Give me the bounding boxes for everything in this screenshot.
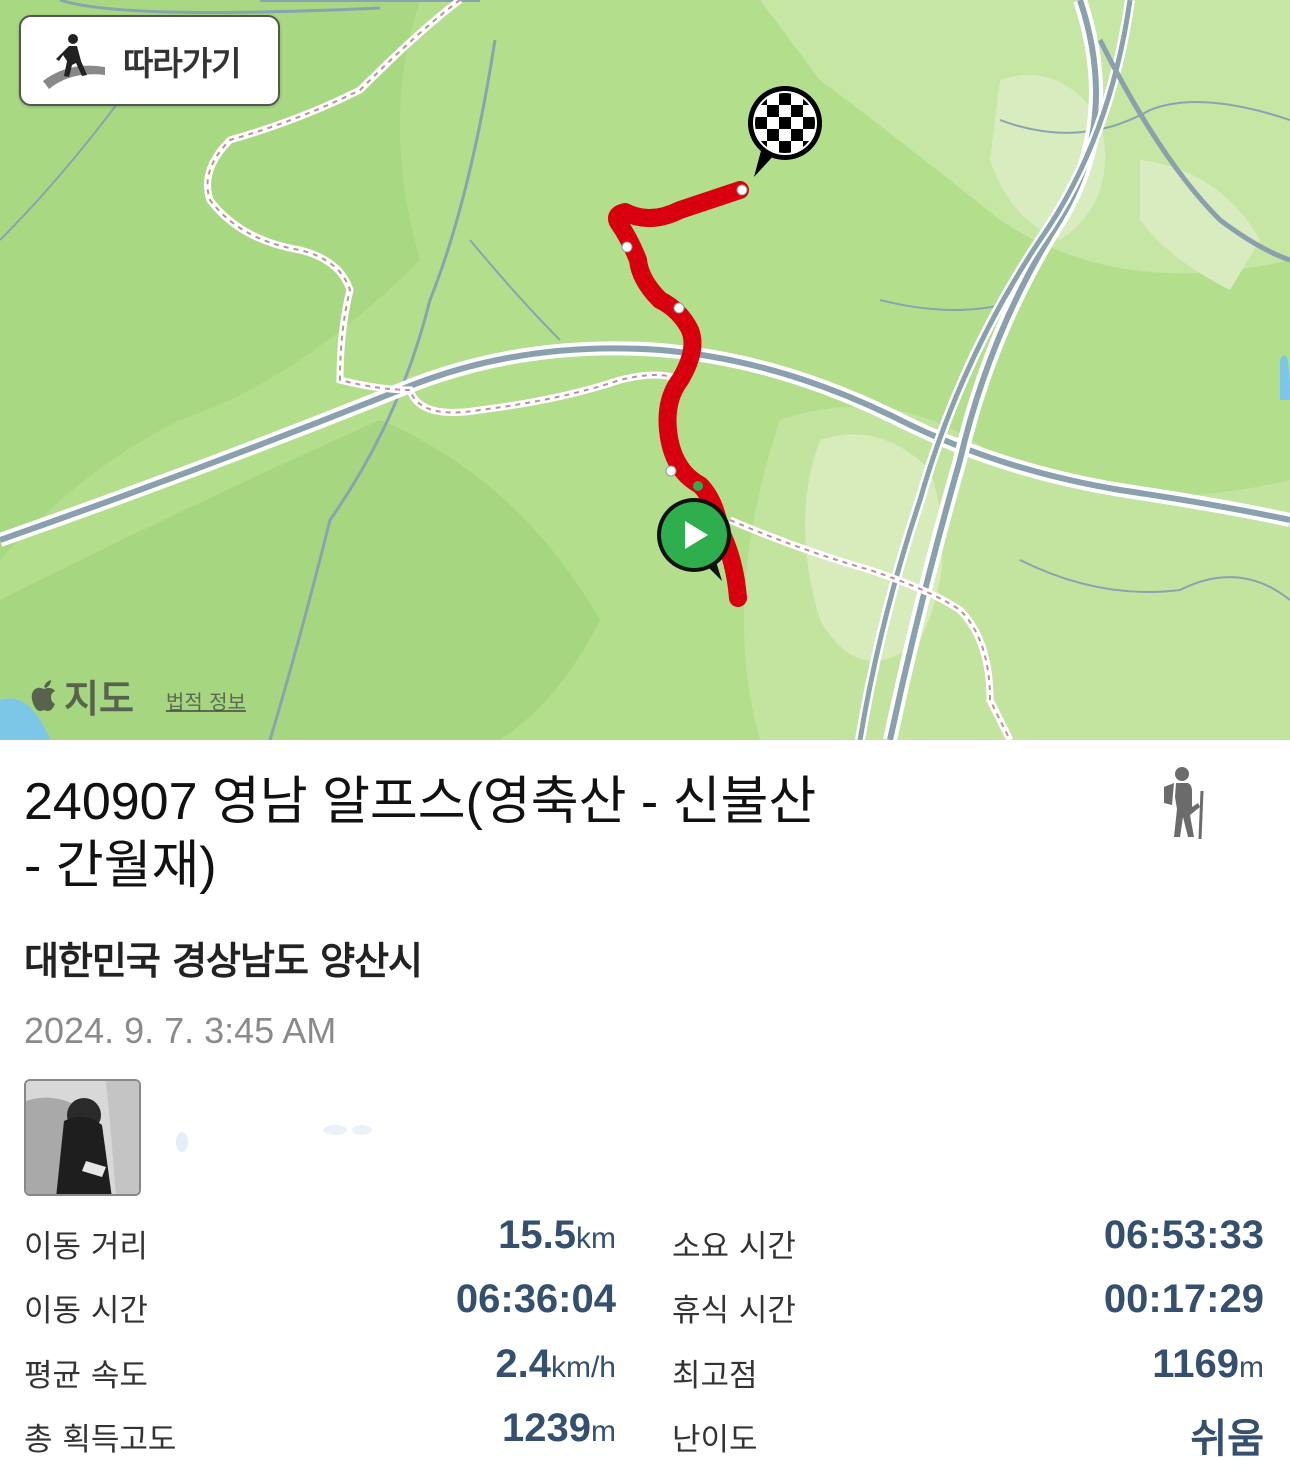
total-time-label: 소요 시간 (672, 1229, 796, 1265)
map-terrain (0, 0, 1290, 740)
username-blurred (176, 1125, 372, 1152)
finish-flag-icon[interactable] (740, 85, 830, 185)
activity-datetime: 2024. 9. 7. 3:45 AM (24, 1010, 337, 1051)
distance-value: 15.5km (498, 1213, 616, 1257)
elevation-gain-label: 총 획득고도 (24, 1422, 177, 1458)
follow-walker-icon (43, 33, 105, 89)
difficulty-value: 쉬움 (1190, 1416, 1264, 1462)
maps-attribution: 지도 법적 정보 (30, 668, 246, 723)
avatar[interactable] (24, 1079, 141, 1196)
activity-title: 240907 영남 알프스(영축산 - 신불산 - 간월재) (24, 770, 1024, 898)
highest-point-label: 최고점 (672, 1358, 758, 1394)
rest-time-value: 00:17:29 (1103, 1277, 1264, 1321)
maps-brand-label: 지도 (64, 677, 134, 721)
moving-time-value: 06:36:04 (455, 1277, 616, 1321)
activity-location: 대한민국 경상남도 양산시 (24, 939, 423, 983)
follow-button-label: 따라가기 (123, 43, 241, 83)
rest-time-label: 휴식 시간 (672, 1293, 796, 1329)
total-time-value: 06:53:33 (1103, 1213, 1264, 1257)
difficulty-label: 난이도 (672, 1422, 758, 1458)
avg-speed-label: 평균 속도 (24, 1358, 148, 1394)
activity-title-line-2: - 간월재) (24, 837, 217, 895)
avg-speed-value: 2.4km/h (495, 1342, 616, 1386)
route-map[interactable]: 따라가기 지도 법적 정보 (0, 0, 1290, 740)
moving-time-label: 이동 시간 (24, 1293, 148, 1329)
start-marker-icon[interactable] (652, 495, 736, 585)
follow-route-button[interactable]: 따라가기 (19, 15, 280, 106)
highest-point-value: 1169m (1152, 1342, 1264, 1386)
apple-logo-icon (31, 679, 55, 711)
hiker-icon (1164, 767, 1204, 840)
legal-info-link[interactable]: 법적 정보 (166, 686, 246, 715)
activity-title-line-1: 240907 영남 알프스(영축산 - 신불산 (24, 773, 817, 831)
elevation-gain-value: 1239m (502, 1406, 616, 1450)
distance-label: 이동 거리 (24, 1229, 148, 1265)
